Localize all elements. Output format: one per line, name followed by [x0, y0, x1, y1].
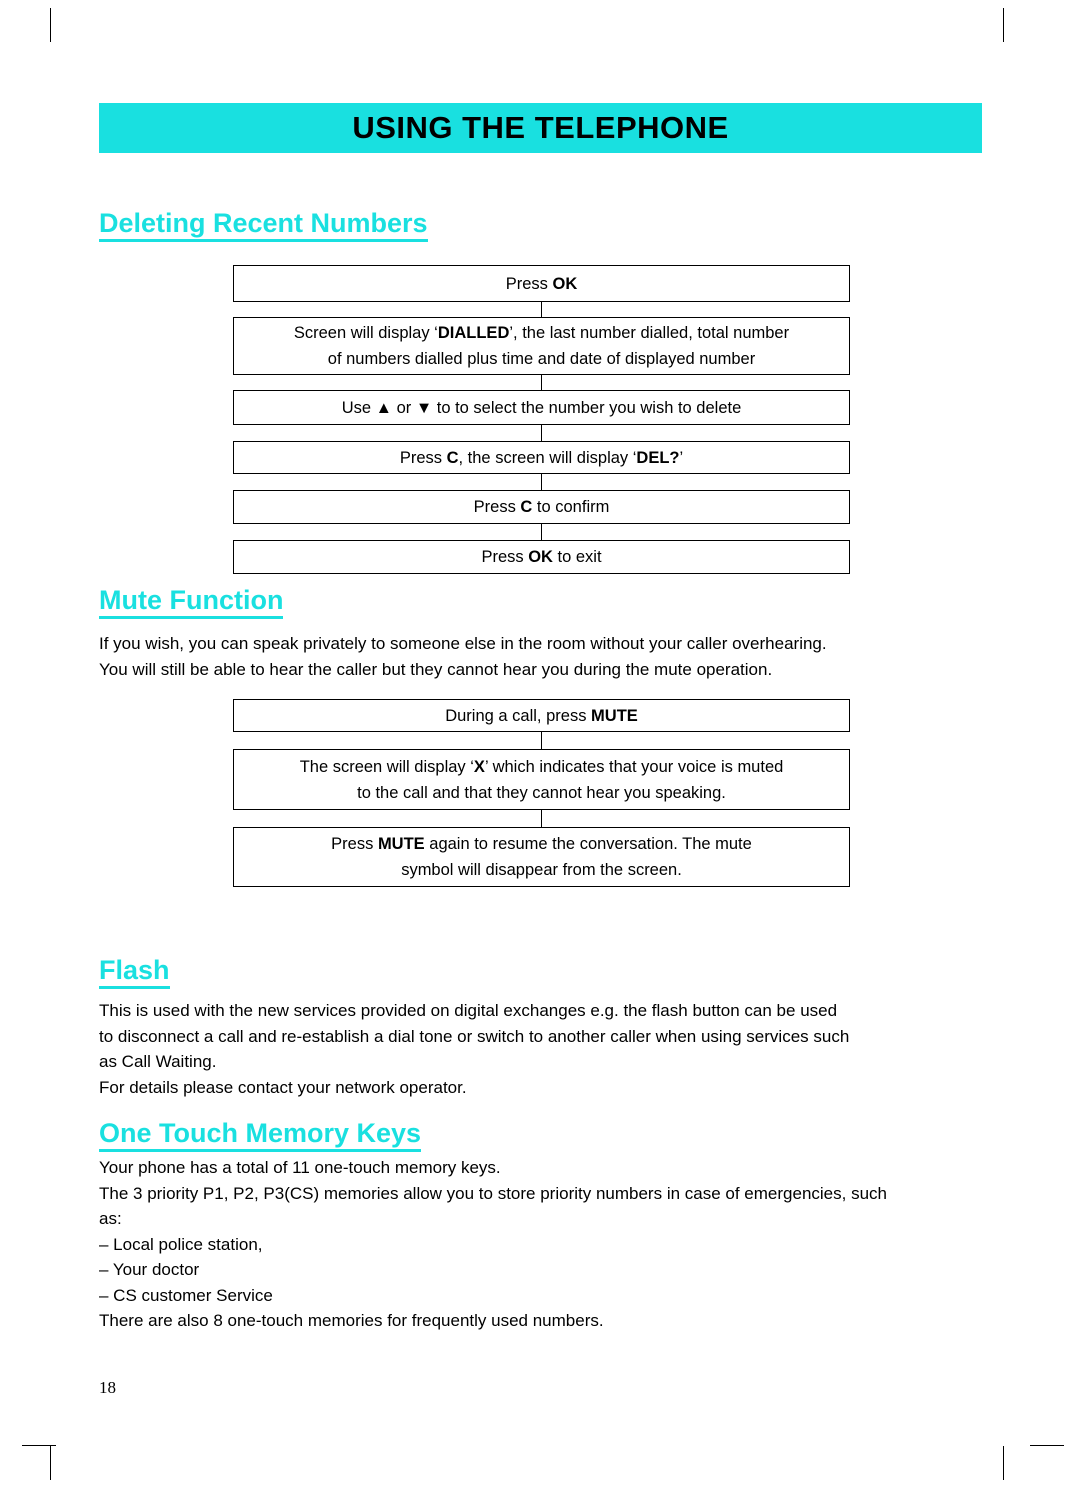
flow-step-press-ok-exit: Press OK to exit	[233, 540, 850, 574]
heading-flash: Flash	[99, 955, 170, 989]
crop-mark-bottom-left	[50, 1446, 51, 1480]
flow-step-press-c-del: Press C, the screen will display ‘DEL?’	[233, 441, 850, 474]
crop-mark-left-bottom	[22, 1445, 56, 1446]
heading-flash-text: Flash	[99, 955, 170, 989]
flow-step-press-ok: Press OK	[233, 265, 850, 302]
page-banner: USING THE TELEPHONE	[99, 103, 982, 153]
page-number: 18	[99, 1378, 116, 1397]
flow-step-press-mute: During a call, press MUTE	[233, 699, 850, 732]
heading-deleting-recent-numbers: Deleting Recent Numbers	[99, 208, 428, 242]
heading-mute-function-text: Mute Function	[99, 585, 284, 619]
heading-mute-function: Mute Function	[99, 585, 284, 619]
page-title: USING THE TELEPHONE	[352, 110, 729, 145]
document-page: USING THE TELEPHONE Deleting Recent Numb…	[0, 0, 1080, 1491]
heading-one-touch-memory-keys-text: One Touch Memory Keys	[99, 1118, 422, 1152]
flow-step-mute-x-indicator: The screen will display ‘X’ which indica…	[233, 749, 850, 810]
crop-mark-top-right	[1003, 8, 1004, 42]
flow-step-select-number: Use ▲ or ▼ to to select the number you w…	[233, 390, 850, 425]
flow-step-press-c-confirm: Press C to confirm	[233, 490, 850, 524]
flow-connector	[541, 810, 542, 827]
flow-step-dialled-display: Screen will display ‘DIALLED’, the last …	[233, 317, 850, 375]
flow-step-resume-conversation: Press MUTE again to resume the conversat…	[233, 827, 850, 887]
flow-connector	[541, 524, 542, 540]
crop-mark-right-bottom	[1030, 1445, 1064, 1446]
flash-paragraph: This is used with the new services provi…	[99, 1001, 850, 1097]
flow-connector	[541, 425, 542, 441]
crop-mark-bottom-right	[1003, 1446, 1004, 1480]
heading-deleting-recent-numbers-text: Deleting Recent Numbers	[99, 208, 428, 242]
flow-connector	[541, 302, 542, 317]
heading-one-touch-memory-keys: One Touch Memory Keys	[99, 1118, 422, 1152]
flow-connector	[541, 474, 542, 490]
mute-intro-paragraph: If you wish, you can speak privately to …	[99, 634, 827, 679]
flow-connector	[541, 375, 542, 390]
flow-connector	[541, 732, 542, 749]
crop-mark-top-left	[50, 8, 51, 42]
one-touch-paragraph: Your phone has a total of 11 one-touch m…	[99, 1158, 887, 1330]
